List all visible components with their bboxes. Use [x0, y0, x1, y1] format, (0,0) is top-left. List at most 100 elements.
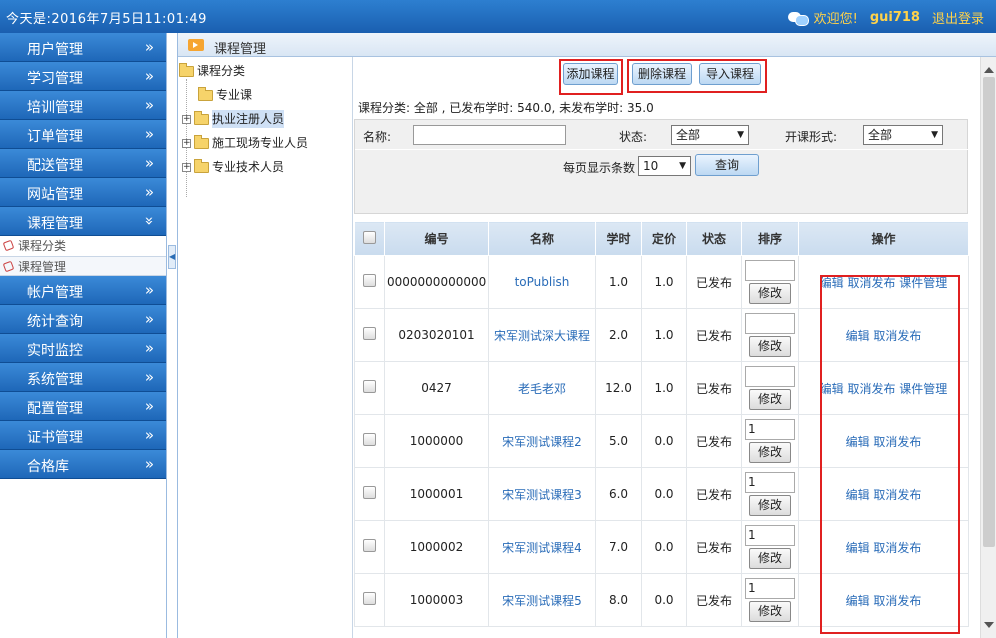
- subnav-item-course-management[interactable]: 课程管理: [0, 256, 166, 276]
- sidebar-item[interactable]: 课程管理 »: [0, 207, 166, 236]
- course-price: 1.0: [641, 255, 687, 309]
- modify-button[interactable]: 修改: [749, 283, 791, 304]
- tree-root[interactable]: 课程分类: [179, 62, 245, 80]
- delete-course-button[interactable]: 删除课程: [632, 63, 692, 85]
- chevron-right-icon: »: [144, 183, 154, 201]
- course-name-link[interactable]: 宋军测试深大课程: [488, 308, 596, 362]
- modify-button[interactable]: 修改: [749, 442, 791, 463]
- vertical-scrollbar[interactable]: [980, 57, 996, 638]
- scroll-down-icon[interactable]: [984, 622, 994, 633]
- sidebar-item[interactable]: 订单管理 »: [0, 120, 166, 149]
- sort-input[interactable]: [745, 260, 795, 281]
- modify-button[interactable]: 修改: [749, 601, 791, 622]
- sort-input[interactable]: 1: [745, 419, 795, 440]
- tree-node-label: 课程分类: [197, 64, 246, 78]
- select-all-checkbox[interactable]: [363, 230, 376, 244]
- course-name-link[interactable]: 宋军测试课程5: [488, 573, 596, 627]
- logout-link[interactable]: 退出登录: [932, 8, 984, 27]
- tree-node-label: 施工现场专业人员: [212, 136, 309, 150]
- row-select-cell[interactable]: [354, 414, 385, 468]
- expand-icon[interactable]: +: [182, 162, 191, 172]
- column-header: 排序: [741, 221, 799, 256]
- sidebar-item[interactable]: 培训管理 »: [0, 91, 166, 120]
- modify-button[interactable]: 修改: [749, 495, 791, 516]
- row-checkbox[interactable]: [363, 592, 376, 605]
- sort-input[interactable]: [745, 366, 795, 387]
- name-input[interactable]: [413, 125, 566, 145]
- add-course-button[interactable]: 添加课程: [563, 63, 618, 85]
- tree-node[interactable]: + 施工现场专业人员: [182, 134, 308, 152]
- sidebar-item-label: 系统管理: [27, 372, 83, 388]
- sidebar-item[interactable]: 统计查询 »: [0, 305, 166, 334]
- modify-button[interactable]: 修改: [749, 336, 791, 357]
- import-course-button[interactable]: 导入课程: [699, 63, 761, 85]
- course-name-link[interactable]: 老毛老邓: [488, 361, 596, 415]
- row-select-cell[interactable]: [354, 467, 385, 521]
- chevron-right-icon: »: [144, 281, 154, 299]
- course-name-link[interactable]: 宋军测试课程4: [488, 520, 596, 574]
- sort-cell: 修改: [741, 361, 799, 415]
- sidebar-item-label: 统计查询: [27, 314, 83, 330]
- sidebar-item-label: 订单管理: [27, 129, 83, 145]
- chat-icon: [787, 10, 809, 26]
- sidebar-item[interactable]: 配送管理 »: [0, 149, 166, 178]
- folder-icon: [194, 158, 209, 173]
- sidebar-item-label: 用户管理: [27, 42, 83, 58]
- course-hours: 8.0: [595, 573, 642, 627]
- tree-node[interactable]: + 执业注册人员: [182, 110, 285, 128]
- row-select-cell[interactable]: [354, 573, 385, 627]
- sidebar-item[interactable]: 系统管理 »: [0, 363, 166, 392]
- folder-icon: [194, 134, 209, 149]
- row-select-cell[interactable]: [354, 255, 385, 309]
- row-checkbox[interactable]: [363, 274, 376, 287]
- sidebar-item-label: 培训管理: [27, 100, 83, 116]
- sidebar-item[interactable]: 网站管理 »: [0, 178, 166, 207]
- modify-button[interactable]: 修改: [749, 389, 791, 410]
- sidebar-item[interactable]: 帐户管理 »: [0, 276, 166, 305]
- row-checkbox[interactable]: [363, 433, 376, 446]
- sort-input[interactable]: 1: [745, 578, 795, 599]
- tree-node[interactable]: 专业课: [198, 86, 252, 104]
- sidebar-item-label: 配送管理: [27, 158, 83, 174]
- chevron-right-icon: »: [144, 368, 154, 386]
- modify-button[interactable]: 修改: [749, 548, 791, 569]
- sort-input[interactable]: 1: [745, 472, 795, 493]
- row-checkbox[interactable]: [363, 380, 376, 393]
- select-all-header[interactable]: [354, 221, 385, 256]
- sidebar-item[interactable]: 用户管理 »: [0, 33, 166, 62]
- course-name-link[interactable]: toPublish: [488, 255, 596, 309]
- welcome-text: 欢迎您!: [813, 12, 858, 27]
- course-hours: 2.0: [595, 308, 642, 362]
- sidebar-item[interactable]: 实时监控 »: [0, 334, 166, 363]
- sort-input[interactable]: 1: [745, 525, 795, 546]
- sidebar-item[interactable]: 配置管理 »: [0, 392, 166, 421]
- scroll-thumb[interactable]: [983, 77, 995, 547]
- sidebar-collapse-handle[interactable]: ◀: [168, 245, 176, 269]
- scroll-up-icon[interactable]: [984, 62, 994, 73]
- expand-icon[interactable]: +: [182, 138, 191, 148]
- row-select-cell[interactable]: [354, 520, 385, 574]
- sidebar-item[interactable]: 证书管理 »: [0, 421, 166, 450]
- expand-icon[interactable]: +: [182, 114, 191, 124]
- sort-input[interactable]: [745, 313, 795, 334]
- query-button[interactable]: 查询: [695, 154, 759, 176]
- status-select[interactable]: 全部 ▼: [671, 125, 749, 145]
- row-checkbox[interactable]: [363, 486, 376, 499]
- arrow-icon: [188, 39, 204, 51]
- row-checkbox[interactable]: [363, 539, 376, 552]
- row-select-cell[interactable]: [354, 361, 385, 415]
- subnav-item-course-category[interactable]: 课程分类: [0, 236, 166, 256]
- pagesize-value: 10: [643, 159, 659, 173]
- row-checkbox[interactable]: [363, 327, 376, 340]
- course-hours: 5.0: [595, 414, 642, 468]
- tree-node[interactable]: + 专业技术人员: [182, 158, 284, 176]
- pagesize-select[interactable]: 10 ▼: [638, 156, 691, 176]
- course-price: 0.0: [641, 467, 687, 521]
- mode-select[interactable]: 全部 ▼: [863, 125, 943, 145]
- row-select-cell[interactable]: [354, 308, 385, 362]
- course-name-link[interactable]: 宋军测试课程3: [488, 467, 596, 521]
- sidebar-item[interactable]: 合格库 »: [0, 450, 166, 479]
- subnav-label: 课程管理: [18, 260, 67, 274]
- sidebar-item[interactable]: 学习管理 »: [0, 62, 166, 91]
- course-name-link[interactable]: 宋军测试课程2: [488, 414, 596, 468]
